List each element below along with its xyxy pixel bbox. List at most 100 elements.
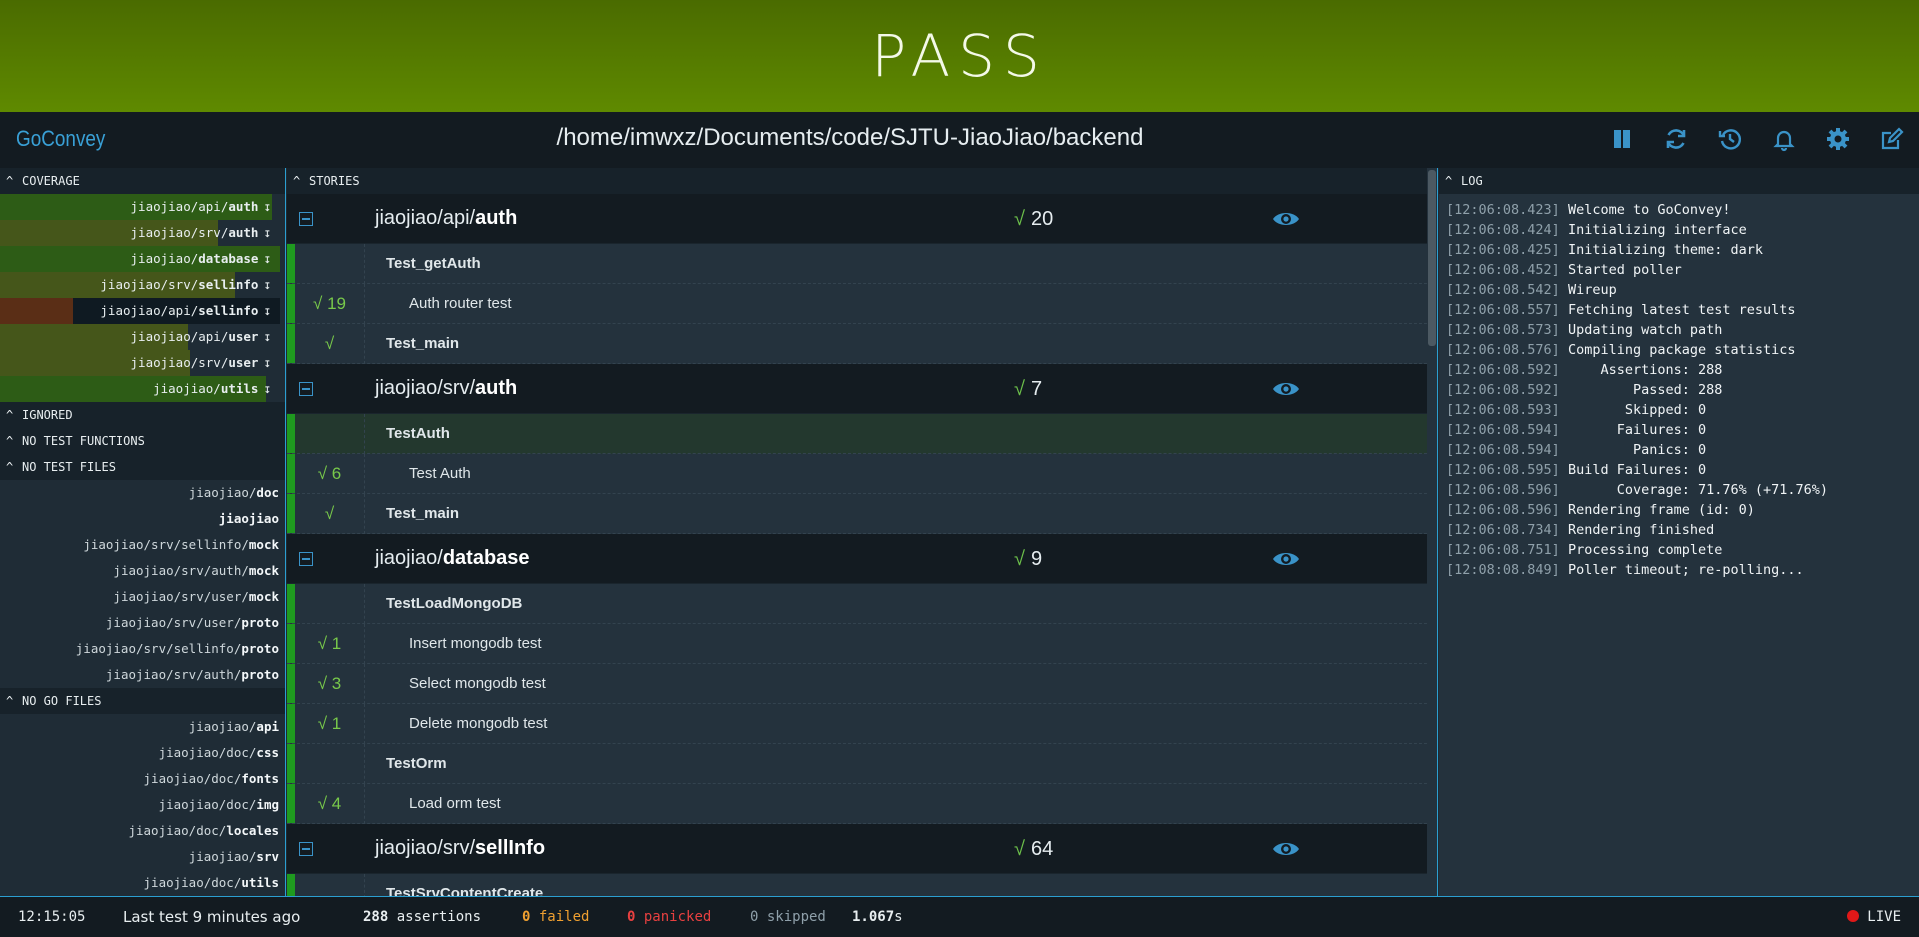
collapse-toggle-icon[interactable] — [299, 552, 313, 566]
test-function-row[interactable]: Test_getAuth — [287, 244, 1437, 284]
package-item[interactable]: jiaojiao/doc/fonts — [0, 766, 285, 792]
ignored-heading[interactable]: ^ IGNORED — [0, 402, 285, 428]
assertion-row[interactable]: √ 4 Load orm test — [287, 784, 1437, 824]
assertion-row[interactable]: √ 6 Test Auth — [287, 454, 1437, 494]
history-icon[interactable] — [1717, 126, 1743, 152]
log-heading[interactable]: ^ LOG — [1439, 168, 1919, 194]
eye-icon[interactable] — [1271, 206, 1301, 232]
scrollbar-thumb[interactable] — [1428, 170, 1436, 346]
package-prefix: jiaojiao/ — [375, 547, 443, 569]
package-item[interactable]: jiaojiao/doc/locales — [0, 818, 285, 844]
watch-path[interactable]: /home/imwxz/Documents/code/SJTU-JiaoJiao… — [0, 124, 1700, 152]
settings-icon[interactable] — [1825, 126, 1851, 152]
coverage-item[interactable]: jiaojiao/srv/sellinfo ↧ — [0, 272, 285, 298]
test-function-row[interactable]: √ Test_main — [287, 494, 1437, 534]
package-item[interactable]: jiaojiao/doc — [0, 480, 285, 506]
test-function-row[interactable]: TestAuth — [287, 414, 1437, 454]
package-item[interactable]: jiaojiao/srv/sellinfo/proto — [0, 636, 285, 662]
collapse-toggle-icon[interactable] — [299, 842, 313, 856]
coverage-heading[interactable]: ^ COVERAGE — [0, 168, 285, 194]
log-entry: [12:06:08.734] Rendering finished — [1446, 520, 1919, 540]
coverage-drilldown-icon[interactable]: ↧ — [263, 329, 271, 344]
coverage-item[interactable]: jiaojiao/utils ↧ — [0, 376, 285, 402]
package-title[interactable]: jiaojiao/api/auth — [375, 207, 517, 230]
coverage-label: jiaojiao/srv/user ↧ — [131, 355, 271, 370]
eye-icon[interactable] — [1271, 376, 1301, 402]
edit-icon[interactable] — [1879, 126, 1905, 152]
coverage-drilldown-icon[interactable]: ↧ — [263, 225, 271, 240]
package-item[interactable]: jiaojiao — [0, 506, 285, 532]
package-item[interactable]: jiaojiao/api — [0, 714, 285, 740]
test-function-row[interactable]: √ Test_main — [287, 324, 1437, 364]
stories-scrollbar[interactable] — [1427, 168, 1437, 896]
pause-icon[interactable] — [1609, 126, 1635, 152]
assertion-row[interactable]: √ 1 Delete mongodb test — [287, 704, 1437, 744]
log-timestamp: [12:06:08.452] — [1446, 262, 1560, 278]
pass-stripe — [287, 284, 295, 323]
coverage-item[interactable]: jiaojiao/api/user ↧ — [0, 324, 285, 350]
package-item[interactable]: jiaojiao/srv — [0, 844, 285, 870]
coverage-drilldown-icon[interactable]: ↧ — [263, 381, 271, 396]
log-entry: [12:06:08.425] Initializing theme: dark — [1446, 240, 1919, 260]
coverage-label: jiaojiao/api/auth ↧ — [131, 199, 271, 214]
package-title[interactable]: jiaojiao/srv/sellInfo — [375, 837, 545, 860]
package-item[interactable]: jiaojiao/srv/user/proto — [0, 610, 285, 636]
assertion-count: √ 9 — [1014, 548, 1042, 571]
assertion-count-value: 64 — [1030, 838, 1054, 860]
no-test-files-list: jiaojiao/doc jiaojiao jiaojiao/srv/sellinf… — [0, 480, 285, 688]
test-function-row[interactable]: TestLoadMongoDB — [287, 584, 1437, 624]
package-item[interactable]: jiaojiao/srv/user/mock — [0, 584, 285, 610]
log-message: Initializing theme: dark — [1567, 242, 1764, 258]
package-item[interactable]: jiaojiao/srv/auth/mock — [0, 558, 285, 584]
refresh-icon[interactable] — [1663, 126, 1689, 152]
coverage-item[interactable]: jiaojiao/srv/user ↧ — [0, 350, 285, 376]
assertion-count-value: 7 — [1030, 378, 1043, 400]
test-function-row[interactable]: TestOrm — [287, 744, 1437, 784]
stories-heading[interactable]: ^ STORIES — [287, 168, 1437, 194]
notifications-icon[interactable] — [1771, 126, 1797, 152]
coverage-drilldown-icon[interactable]: ↧ — [263, 251, 271, 266]
pass-stripe — [287, 494, 295, 533]
log-entry: [12:06:08.594] Panics: 0 — [1446, 440, 1919, 460]
eye-icon[interactable] — [1271, 836, 1301, 862]
assertion-row[interactable]: √ 19 Auth router test — [287, 284, 1437, 324]
coverage-item[interactable]: jiaojiao/srv/auth ↧ — [0, 220, 285, 246]
package-name: css — [256, 745, 279, 760]
no-test-functions-heading[interactable]: ^ NO TEST FUNCTIONS — [0, 428, 285, 454]
log-entry: [12:06:08.592] Assertions: 288 — [1446, 360, 1919, 380]
package-prefix: jiaojiao/srv/ — [375, 837, 476, 859]
log-message: Compiling package statistics — [1567, 342, 1796, 358]
package-title[interactable]: jiaojiao/database — [375, 547, 530, 570]
no-go-files-heading[interactable]: ^ NO GO FILES — [0, 688, 285, 714]
log-timestamp: [12:06:08.595] — [1446, 462, 1560, 478]
pass-stripe — [287, 744, 295, 783]
assertion-row[interactable]: √ 1 Insert mongodb test — [287, 624, 1437, 664]
package-item[interactable]: jiaojiao/srv/auth/proto — [0, 662, 285, 688]
collapse-toggle-icon[interactable] — [299, 212, 313, 226]
stories-list: jiaojiao/api/auth √ 20 Test_getAuth √ 19 Auth… — [287, 194, 1437, 896]
package-name: auth — [475, 207, 518, 229]
package-item[interactable]: jiaojiao/srv/sellinfo/mock — [0, 532, 285, 558]
coverage-drilldown-icon[interactable]: ↧ — [263, 355, 271, 370]
package-item[interactable]: jiaojiao/doc/utils — [0, 870, 285, 896]
coverage-item[interactable]: jiaojiao/api/sellinfo ↧ — [0, 298, 285, 324]
collapse-toggle-icon[interactable] — [299, 382, 313, 396]
coverage-drilldown-icon[interactable]: ↧ — [263, 199, 271, 214]
failed-label: failed — [530, 909, 590, 925]
coverage-drilldown-icon[interactable]: ↧ — [263, 277, 271, 292]
log-timestamp: [12:06:08.557] — [1446, 302, 1560, 318]
package-item[interactable]: jiaojiao/doc/img — [0, 792, 285, 818]
coverage-item[interactable]: jiaojiao/database ↧ — [0, 246, 285, 272]
live-indicator[interactable]: LIVE — [1847, 909, 1901, 925]
no-test-files-heading[interactable]: ^ NO TEST FILES — [0, 454, 285, 480]
coverage-item[interactable]: jiaojiao/api/auth ↧ — [0, 194, 285, 220]
coverage-drilldown-icon[interactable]: ↧ — [263, 303, 271, 318]
eye-icon[interactable] — [1271, 546, 1301, 572]
package-prefix: jiaojiao/doc/ — [158, 797, 257, 812]
package-title[interactable]: jiaojiao/srv/auth — [375, 377, 517, 400]
package-item[interactable]: jiaojiao/doc/css — [0, 740, 285, 766]
test-function-row[interactable]: TestSrvContentCreate — [287, 874, 1437, 896]
coverage-name: auth — [228, 199, 259, 214]
test-function-name: TestAuth — [386, 425, 450, 442]
assertion-row[interactable]: √ 3 Select mongodb test — [287, 664, 1437, 704]
